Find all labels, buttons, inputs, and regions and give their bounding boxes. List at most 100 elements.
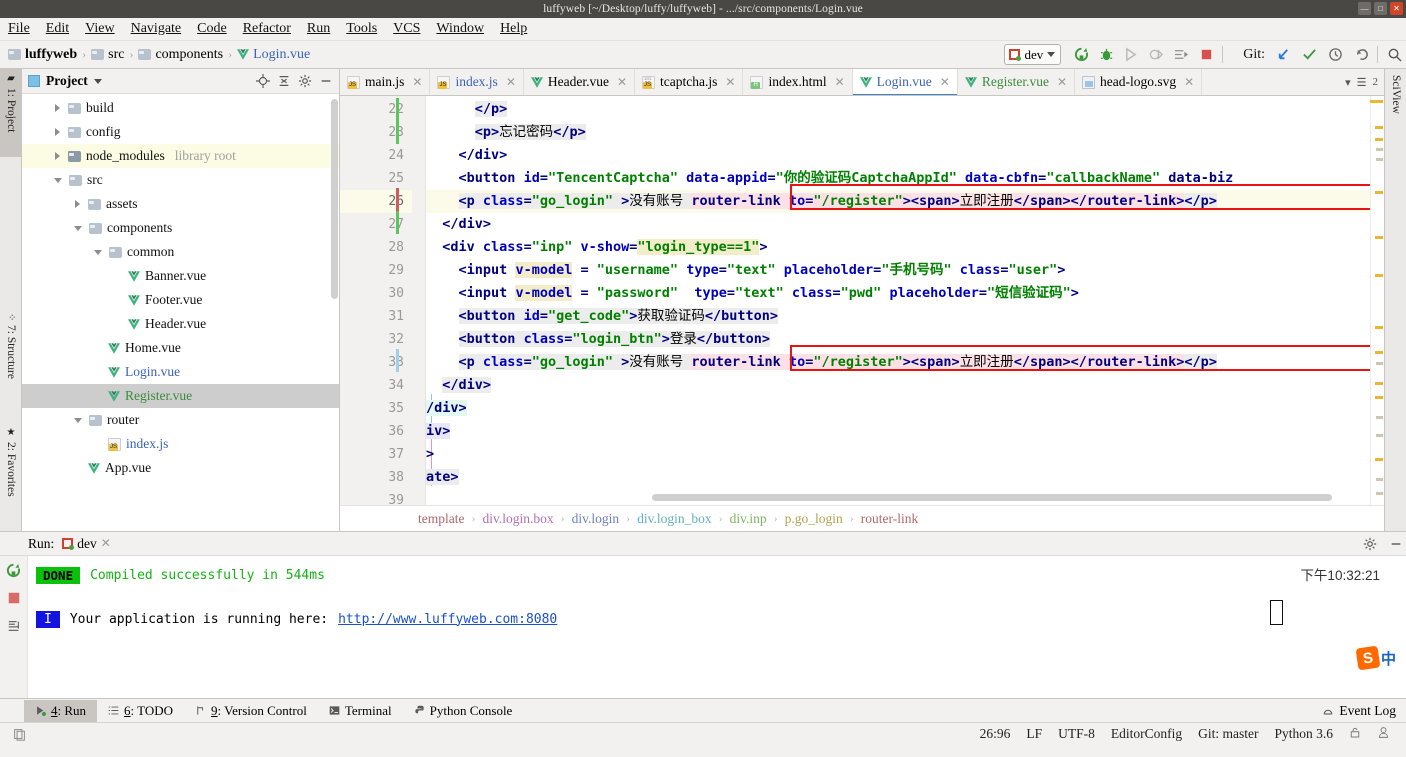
close-icon[interactable]: ✕	[101, 536, 111, 551]
tree-item-home-vue[interactable]: Home.vue	[22, 336, 339, 360]
error-stripe[interactable]	[1370, 96, 1384, 505]
error-stripe-mark[interactable]	[1375, 274, 1383, 277]
editor-breadcrumb-item[interactable]: div.inp	[730, 511, 767, 527]
error-stripe-mark[interactable]	[1375, 396, 1383, 399]
editor-horizontal-scrollbar[interactable]	[652, 494, 1332, 501]
close-icon[interactable]: ✕	[506, 75, 516, 90]
stop-icon[interactable]	[6, 590, 22, 606]
chevron-right-icon[interactable]	[55, 128, 60, 136]
history-icon[interactable]	[1327, 47, 1343, 63]
tree-item-components[interactable]: components	[22, 216, 339, 240]
git-branch[interactable]: Git: master	[1190, 726, 1266, 742]
rollback-icon[interactable]	[1353, 47, 1369, 63]
maximize-button[interactable]: □	[1374, 2, 1387, 15]
tool-tab-terminal[interactable]: Terminal	[318, 700, 403, 722]
editor-config[interactable]: EditorConfig	[1103, 726, 1190, 742]
menu-file[interactable]: File	[8, 21, 30, 37]
chevron-down-icon[interactable]	[93, 78, 102, 84]
tool-tab-run[interactable]: 4: Run	[24, 699, 98, 722]
error-stripe-mark[interactable]	[1375, 126, 1383, 129]
close-icon[interactable]: ✕	[725, 75, 735, 90]
close-icon[interactable]: ✕	[835, 75, 845, 90]
menu-vcs[interactable]: VCS	[393, 21, 420, 37]
error-stripe-mark[interactable]	[1376, 492, 1383, 495]
tree-item-common[interactable]: common	[22, 240, 339, 264]
tree-item-build[interactable]: build	[22, 96, 339, 120]
run-icon[interactable]	[1123, 47, 1139, 63]
menu-run[interactable]: Run	[307, 21, 330, 37]
project-tree[interactable]: build config node_modules library root src as…	[22, 94, 339, 531]
error-stripe-mark[interactable]	[1376, 434, 1383, 437]
tree-item-assets[interactable]: assets	[22, 192, 339, 216]
error-stripe-mark[interactable]	[1376, 148, 1383, 151]
editor-tab-header-vue[interactable]: Header.vue ✕	[524, 69, 636, 95]
console-scrollbar[interactable]	[1375, 556, 1382, 698]
locate-icon[interactable]	[255, 74, 270, 89]
menu-view[interactable]: View	[85, 21, 114, 37]
editor-tab-register-vue[interactable]: Register.vue ✕	[958, 69, 1076, 95]
line-separator[interactable]: LF	[1018, 726, 1050, 742]
error-stripe-mark[interactable]	[1370, 100, 1383, 103]
editor-breadcrumb-item[interactable]: div.login.box	[482, 511, 553, 527]
sidebar-item-structure[interactable]: ⁘ 7: Structure	[0, 309, 22, 411]
close-icon[interactable]: ✕	[1057, 75, 1067, 90]
error-stripe-mark[interactable]	[1376, 416, 1383, 419]
tool-tab-version-control[interactable]: 9: Version Control	[184, 700, 318, 722]
breadcrumb-src[interactable]: src	[91, 47, 124, 63]
error-stripe-mark[interactable]	[1375, 236, 1383, 239]
tree-item-header-vue[interactable]: Header.vue	[22, 312, 339, 336]
python-interpreter[interactable]: Python 3.6	[1266, 726, 1341, 742]
caret-position[interactable]: 26:96	[972, 726, 1019, 742]
chevron-right-icon[interactable]	[55, 152, 60, 160]
memory-indicator-icon[interactable]	[8, 728, 30, 741]
editor-tab-login-vue[interactable]: Login.vue ✕	[852, 69, 958, 95]
editor-breadcrumb-item[interactable]: template	[418, 511, 464, 527]
editor-breadcrumb-item[interactable]: div.login_box	[637, 511, 712, 527]
error-stripe-mark[interactable]	[1375, 138, 1383, 141]
sidebar-item-sciview[interactable]: SciView	[1385, 71, 1406, 139]
gear-icon[interactable]	[1362, 536, 1378, 552]
chevron-right-icon[interactable]	[55, 104, 60, 112]
error-stripe-mark[interactable]	[1375, 191, 1383, 194]
editor-breadcrumb-item[interactable]: p.go_login	[785, 511, 843, 527]
error-stripe-mark[interactable]	[1375, 326, 1383, 329]
menu-navigate[interactable]: Navigate	[131, 21, 182, 37]
tool-tab-python-console[interactable]: Python Console	[403, 700, 524, 722]
tree-item-footer-vue[interactable]: Footer.vue	[22, 288, 339, 312]
menu-window[interactable]: Window	[436, 21, 484, 37]
chevron-right-icon[interactable]	[75, 200, 80, 208]
tree-item-config[interactable]: config	[22, 120, 339, 144]
code-pane[interactable]: </p> <p>忘记密码</p> </div> <button id="Tenc…	[412, 96, 1370, 505]
close-button[interactable]: ✕	[1390, 2, 1403, 15]
error-stripe-mark[interactable]	[1375, 458, 1383, 461]
minimize-button[interactable]: —	[1358, 2, 1371, 15]
hide-panel-icon[interactable]	[318, 74, 333, 89]
rerun-icon[interactable]	[6, 562, 22, 578]
editor-tab-tcaptcha-js[interactable]: tcaptcha.js ✕	[635, 69, 744, 95]
scroll-to-end-icon[interactable]	[6, 618, 22, 634]
commit-icon[interactable]	[1301, 47, 1317, 63]
chevron-down-icon[interactable]	[74, 417, 82, 423]
encoding[interactable]: UTF-8	[1050, 726, 1103, 742]
tree-item-src[interactable]: src	[22, 168, 339, 192]
tree-item-login-vue[interactable]: Login.vue	[22, 360, 339, 384]
chevron-down-icon[interactable]	[94, 249, 102, 255]
breadcrumb-luffyweb[interactable]: luffyweb	[8, 47, 77, 63]
tree-item-app-vue[interactable]: App.vue	[22, 456, 339, 480]
editor-tab-index-html[interactable]: index.html ✕	[743, 69, 853, 95]
tree-item-banner-vue[interactable]: Banner.vue	[22, 264, 339, 288]
tool-tab-todo[interactable]: 6: TODO	[97, 700, 184, 722]
ime-indicator[interactable]: S 中	[1355, 645, 1396, 671]
menu-tools[interactable]: Tools	[346, 21, 377, 37]
stop-icon[interactable]	[1198, 47, 1214, 63]
menu-help[interactable]: Help	[500, 21, 527, 37]
editor-tab-head-logo-svg[interactable]: head-logo.svg ✕	[1075, 69, 1203, 95]
run-configuration-selector[interactable]: dev	[1004, 44, 1062, 65]
hide-panel-icon[interactable]	[1386, 537, 1406, 551]
breadcrumb-login-vue[interactable]: Login.vue	[237, 47, 310, 63]
tree-item-index-js[interactable]: index.js	[22, 432, 339, 456]
tree-item-node-modules[interactable]: node_modules library root	[22, 144, 339, 168]
console-output[interactable]: DONE Compiled successfully in 544ms I Yo…	[28, 556, 1406, 698]
close-icon[interactable]: ✕	[617, 75, 627, 90]
error-stripe-mark[interactable]	[1375, 382, 1383, 385]
